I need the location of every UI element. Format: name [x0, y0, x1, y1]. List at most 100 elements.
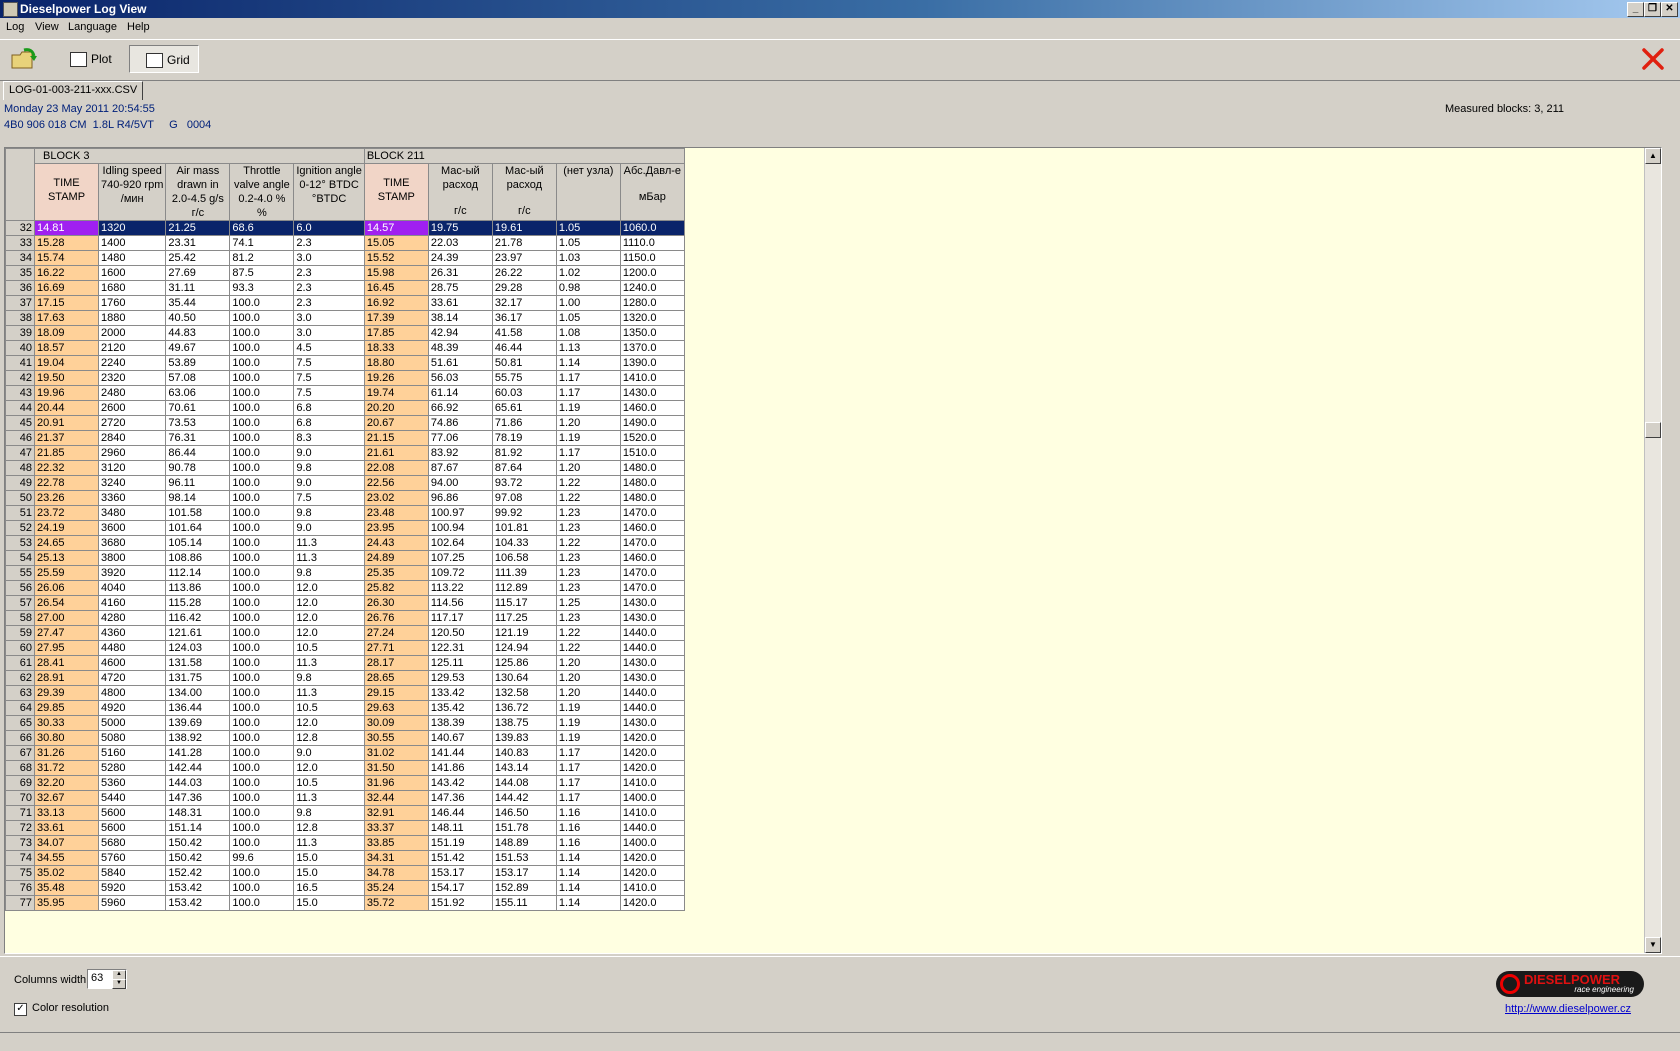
grid-cell[interactable]: 25.35 — [363, 565, 429, 581]
grid-cell[interactable]: 124.03 — [165, 640, 231, 656]
grid-cell[interactable]: 1680 — [97, 280, 167, 296]
grid-cell[interactable]: 32.20 — [34, 775, 99, 791]
menu-view[interactable]: View — [35, 21, 59, 33]
grid-cell[interactable]: 16.69 — [34, 280, 99, 296]
grid-cell[interactable]: 100.0 — [229, 760, 295, 776]
grid-cell[interactable]: 28.41 — [34, 655, 99, 671]
grid-cell[interactable]: 100.0 — [229, 805, 295, 821]
grid-cell[interactable]: 60.03 — [491, 385, 557, 401]
grid-cell[interactable]: 140.83 — [491, 745, 557, 761]
grid-cell[interactable]: 2840 — [97, 430, 167, 446]
grid-cell[interactable]: 40.50 — [165, 310, 231, 326]
grid-cell[interactable]: 1400.0 — [619, 835, 685, 851]
grid-cell[interactable]: 33.37 — [363, 820, 429, 836]
grid-cell[interactable]: 2480 — [97, 385, 167, 401]
grid-cell[interactable]: 100.0 — [229, 490, 295, 506]
grid-cell[interactable]: 140.67 — [427, 730, 493, 746]
column-header[interactable]: Throttle valve angle 0.2-4.0 %% — [229, 163, 295, 221]
grid-cell[interactable]: 56.03 — [427, 370, 493, 386]
grid-cell[interactable]: 27.24 — [363, 625, 429, 641]
grid-cell[interactable]: 1.20 — [555, 670, 621, 686]
grid-cell[interactable]: 4360 — [97, 625, 167, 641]
grid-cell[interactable]: 114.56 — [427, 595, 493, 611]
grid-cell[interactable]: 1.22 — [555, 490, 621, 506]
table-row[interactable]: 70 32.67 5440 147.36 100.0 11.3 32.44 147.36 144… — [5, 790, 685, 806]
grid-cell[interactable]: 100.97 — [427, 505, 493, 521]
grid-cell[interactable]: 115.28 — [165, 595, 231, 611]
maximize-button[interactable]: ❐ — [1644, 2, 1661, 17]
grid-cell[interactable]: 1060.0 — [619, 220, 685, 236]
grid-cell[interactable]: 1350.0 — [619, 325, 685, 341]
grid-cell[interactable]: 7.5 — [293, 370, 365, 386]
grid-cell[interactable]: 5600 — [97, 820, 167, 836]
grid-cell[interactable]: 154.17 — [427, 880, 493, 896]
grid-cell[interactable]: 1400 — [97, 235, 167, 251]
grid-cell[interactable]: 48.39 — [427, 340, 493, 356]
grid-cell[interactable]: 1.08 — [555, 325, 621, 341]
grid-cell[interactable]: 125.86 — [491, 655, 557, 671]
grid-cell[interactable]: 124.94 — [491, 640, 557, 656]
grid-cell[interactable]: 98.14 — [165, 490, 231, 506]
grid-cell[interactable]: 141.86 — [427, 760, 493, 776]
grid-cell[interactable]: 3240 — [97, 475, 167, 491]
grid-cell[interactable]: 1460.0 — [619, 520, 685, 536]
grid-cell[interactable]: 23.31 — [165, 235, 231, 251]
grid-cell[interactable]: 6.0 — [293, 220, 365, 236]
grid-cell[interactable]: 136.72 — [491, 700, 557, 716]
grid-cell[interactable]: 100.0 — [229, 655, 295, 671]
grid-cell[interactable]: 27.69 — [165, 265, 231, 281]
table-row[interactable]: 38 17.63 1880 40.50 100.0 3.0 17.39 38.14 36.17 1… — [5, 310, 685, 326]
table-row[interactable]: 57 26.54 4160 115.28 100.0 12.0 26.30 114.56 115… — [5, 595, 685, 611]
grid-cell[interactable]: 1420.0 — [619, 865, 685, 881]
grid-cell[interactable]: 35.72 — [363, 895, 429, 911]
grid-cell[interactable]: 1510.0 — [619, 445, 685, 461]
grid-cell[interactable]: 1430.0 — [619, 610, 685, 626]
grid-cell[interactable]: 1.14 — [555, 355, 621, 371]
grid-cell[interactable]: 9.8 — [293, 505, 365, 521]
grid-cell[interactable]: 1.19 — [555, 715, 621, 731]
grid-cell[interactable]: 4280 — [97, 610, 167, 626]
table-row[interactable]: 69 32.20 5360 144.03 100.0 10.5 31.96 143.42 144… — [5, 775, 685, 791]
grid-cell[interactable]: 6.8 — [293, 400, 365, 416]
grid-cell[interactable]: 101.64 — [165, 520, 231, 536]
grid-cell[interactable]: 134.00 — [165, 685, 231, 701]
grid-cell[interactable]: 121.19 — [491, 625, 557, 641]
grid-table[interactable]: BLOCK 3 BLOCK 211 TIME STAMP Idling speed 740… — [5, 148, 685, 911]
grid-cell[interactable]: 1420.0 — [619, 850, 685, 866]
grid-cell[interactable]: 1.23 — [555, 550, 621, 566]
grid-cell[interactable]: 100.0 — [229, 595, 295, 611]
grid-cell[interactable]: 139.83 — [491, 730, 557, 746]
grid-cell[interactable]: 16.92 — [363, 295, 429, 311]
grid-cell[interactable]: 99.92 — [491, 505, 557, 521]
grid-cell[interactable]: 148.31 — [165, 805, 231, 821]
grid-cell[interactable]: 148.89 — [491, 835, 557, 851]
grid-cell[interactable]: 153.17 — [491, 865, 557, 881]
grid-cell[interactable]: 11.3 — [293, 685, 365, 701]
grid-cell[interactable]: 32.67 — [34, 790, 99, 806]
grid-cell[interactable]: 17.15 — [34, 295, 99, 311]
grid-cell[interactable]: 14.81 — [34, 220, 99, 236]
grid-cell[interactable]: 2120 — [97, 340, 167, 356]
grid-cell[interactable]: 100.0 — [229, 310, 295, 326]
close-window-button[interactable]: ✕ — [1661, 2, 1678, 17]
grid-cell[interactable]: 28.75 — [427, 280, 493, 296]
grid-cell[interactable]: 108.86 — [165, 550, 231, 566]
table-row[interactable]: 74 34.55 5760 150.42 99.6 15.0 34.31 151.42 151.… — [5, 850, 685, 866]
grid-cell[interactable]: 1440.0 — [619, 625, 685, 641]
grid-cell[interactable]: 100.0 — [229, 415, 295, 431]
grid-cell[interactable]: 4600 — [97, 655, 167, 671]
grid-cell[interactable]: 1.23 — [555, 610, 621, 626]
table-row[interactable]: 51 23.72 3480 101.58 100.0 9.8 23.48 100.97 99.9… — [5, 505, 685, 521]
grid-cell[interactable]: 21.37 — [34, 430, 99, 446]
column-header[interactable]: Ignition angle 0-12° BTDC °BTDC — [293, 163, 365, 221]
grid-cell[interactable]: 147.36 — [427, 790, 493, 806]
grid-cell[interactable]: 100.0 — [229, 430, 295, 446]
grid-cell[interactable]: 151.92 — [427, 895, 493, 911]
grid-cell[interactable]: 3680 — [97, 535, 167, 551]
grid-cell[interactable]: 12.8 — [293, 820, 365, 836]
grid-cell[interactable]: 34.78 — [363, 865, 429, 881]
grid-cell[interactable]: 1200.0 — [619, 265, 685, 281]
table-row[interactable]: 72 33.61 5600 151.14 100.0 12.8 33.37 148.11 151… — [5, 820, 685, 836]
grid-cell[interactable]: 1760 — [97, 295, 167, 311]
grid-cell[interactable]: 5760 — [97, 850, 167, 866]
